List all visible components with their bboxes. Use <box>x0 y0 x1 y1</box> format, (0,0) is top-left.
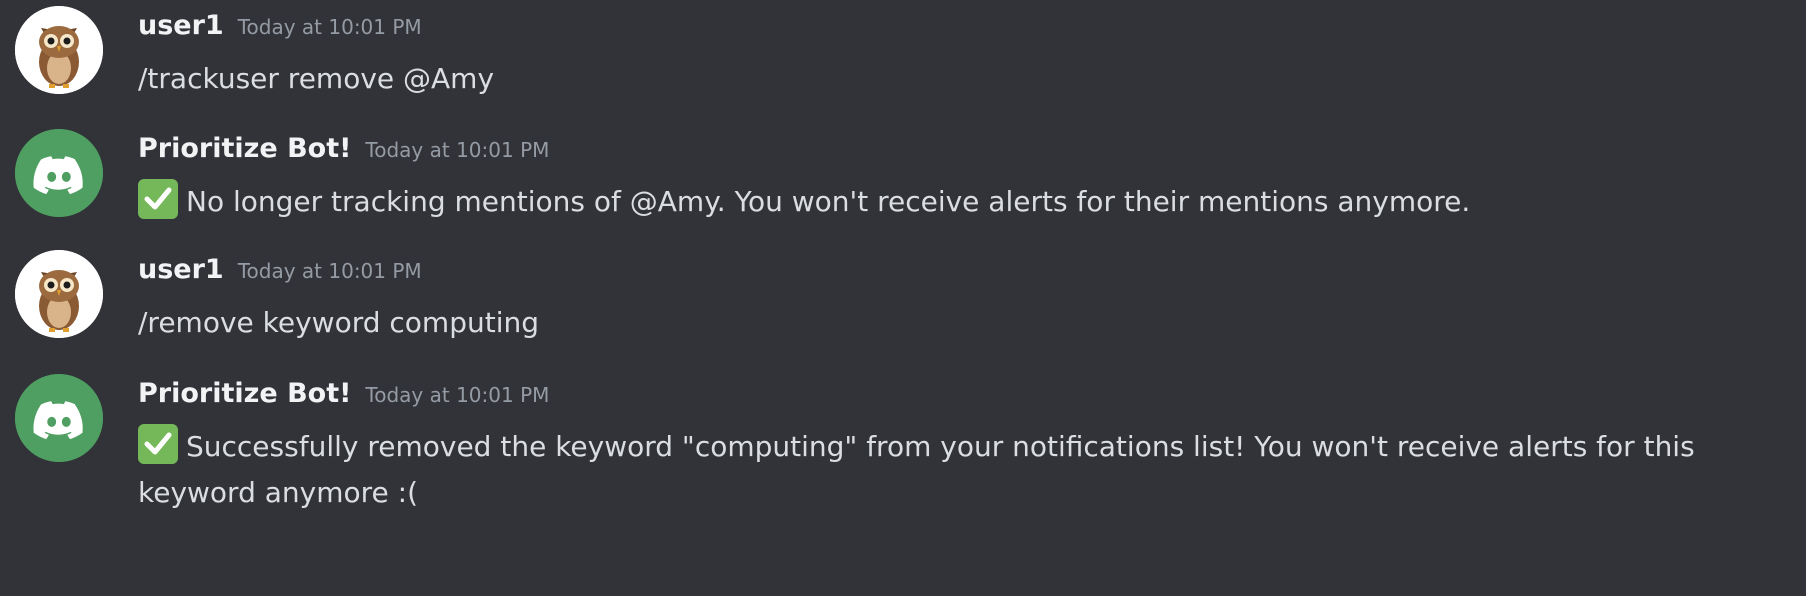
discord-logo-icon <box>15 129 103 217</box>
timestamp[interactable]: Today at 10:01 PM <box>238 15 422 39</box>
username[interactable]: user1 <box>138 10 224 41</box>
username[interactable]: Prioritize Bot! <box>138 133 351 164</box>
bot-avatar[interactable] <box>15 374 103 462</box>
message-header: Prioritize Bot! Today at 10:01 PM <box>138 378 549 412</box>
message-header: Prioritize Bot! Today at 10:01 PM <box>138 133 549 167</box>
timestamp[interactable]: Today at 10:01 PM <box>365 138 549 162</box>
white-check-mark-icon <box>138 424 178 464</box>
username[interactable]: user1 <box>138 254 224 285</box>
message-content: /remove keyword computing <box>138 300 1778 346</box>
discord-logo-icon <box>15 374 103 462</box>
username[interactable]: Prioritize Bot! <box>138 378 351 409</box>
message-content: No longer tracking mentions of @Amy. You… <box>138 179 1778 225</box>
user-avatar[interactable] <box>15 6 103 94</box>
message-header: user1 Today at 10:01 PM <box>138 254 422 288</box>
message-text: /remove keyword computing <box>138 306 539 339</box>
chat-message-list: user1 Today at 10:01 PM /trackuser remove… <box>0 0 1806 596</box>
message-text: Successfully removed the keyword "comput… <box>138 430 1695 509</box>
message-header: user1 Today at 10:01 PM <box>138 10 422 44</box>
white-check-mark-icon <box>138 179 178 219</box>
timestamp[interactable]: Today at 10:01 PM <box>365 383 549 407</box>
owl-avatar-icon <box>15 250 103 338</box>
owl-avatar-icon <box>15 6 103 94</box>
timestamp[interactable]: Today at 10:01 PM <box>238 259 422 283</box>
message-text: No longer tracking mentions of @Amy. You… <box>186 185 1471 218</box>
message-content: /trackuser remove @Amy <box>138 56 1778 102</box>
message-text: /trackuser remove @Amy <box>138 62 495 95</box>
bot-avatar[interactable] <box>15 129 103 217</box>
message-content: Successfully removed the keyword "comput… <box>138 424 1778 516</box>
user-avatar[interactable] <box>15 250 103 338</box>
